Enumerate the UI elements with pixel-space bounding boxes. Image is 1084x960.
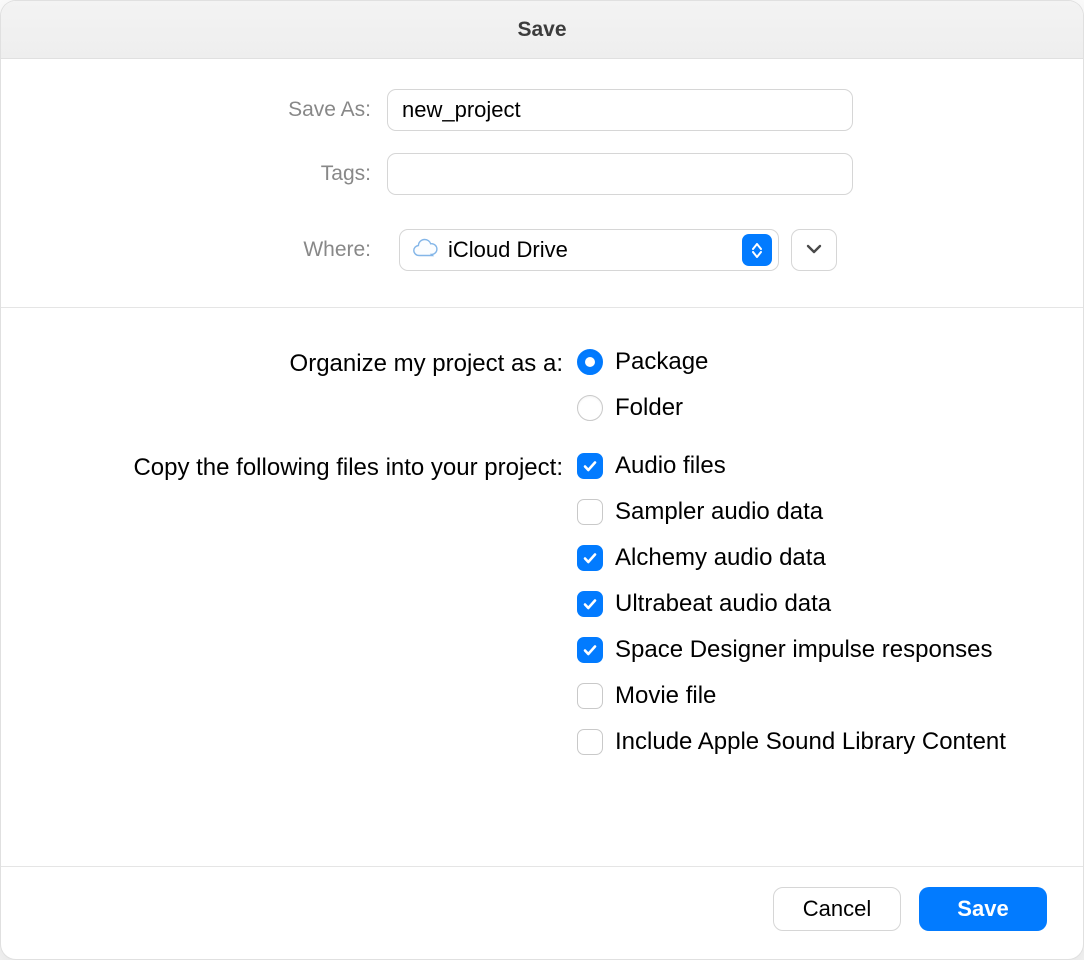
organize-option-label: Package	[615, 348, 708, 376]
checkbox-icon	[577, 729, 603, 755]
copy-option-label: Sampler audio data	[615, 498, 823, 526]
organize-option-label: Folder	[615, 394, 683, 422]
save-button[interactable]: Save	[919, 887, 1047, 931]
organize-option-folder[interactable]: Folder	[577, 394, 708, 422]
checkbox-icon	[577, 499, 603, 525]
copy-files-options: Audio files Sampler audio data Alchemy a…	[577, 452, 1006, 756]
tags-input[interactable]	[387, 153, 853, 195]
radio-icon	[577, 395, 603, 421]
tags-label: Tags:	[37, 162, 387, 186]
copy-files-row: Copy the following files into your proje…	[37, 452, 1047, 756]
copy-option-space-designer-ir[interactable]: Space Designer impulse responses	[577, 636, 1006, 664]
copy-option-apple-sound-library[interactable]: Include Apple Sound Library Content	[577, 728, 1006, 756]
copy-option-label: Movie file	[615, 682, 716, 710]
organize-option-package[interactable]: Package	[577, 348, 708, 376]
button-label: Save	[957, 896, 1008, 922]
cloud-icon	[412, 237, 448, 263]
save-dialog: Save Save As: Tags: Where: iCloud Drive	[0, 0, 1084, 960]
copy-option-ultrabeat-audio-data[interactable]: Ultrabeat audio data	[577, 590, 1006, 618]
copy-option-audio-files[interactable]: Audio files	[577, 452, 1006, 480]
copy-option-label: Audio files	[615, 452, 726, 480]
cancel-button[interactable]: Cancel	[773, 887, 901, 931]
updown-chevrons-icon	[742, 234, 772, 266]
organize-row: Organize my project as a: Package Folder	[37, 348, 1047, 422]
checkbox-icon	[577, 683, 603, 709]
where-row: Where: iCloud Drive	[37, 229, 1047, 271]
where-value: iCloud Drive	[448, 237, 568, 263]
save-as-input[interactable]	[387, 89, 853, 131]
checkbox-icon	[577, 545, 603, 571]
copy-option-label: Ultrabeat audio data	[615, 590, 831, 618]
copy-option-label: Alchemy audio data	[615, 544, 826, 572]
copy-option-alchemy-audio-data[interactable]: Alchemy audio data	[577, 544, 1006, 572]
organize-options: Package Folder	[577, 348, 708, 422]
titlebar: Save	[1, 1, 1083, 59]
where-popup[interactable]: iCloud Drive	[399, 229, 779, 271]
dialog-footer: Cancel Save	[1, 867, 1083, 959]
radio-icon	[577, 349, 603, 375]
button-label: Cancel	[803, 896, 871, 922]
copy-files-label: Copy the following files into your proje…	[37, 452, 577, 484]
chevron-down-icon	[806, 241, 822, 259]
copy-option-sampler-audio-data[interactable]: Sampler audio data	[577, 498, 1006, 526]
file-info-section: Save As: Tags: Where: iCloud Drive	[1, 59, 1083, 308]
save-as-label: Save As:	[37, 98, 387, 122]
copy-option-label: Include Apple Sound Library Content	[615, 728, 1006, 756]
dialog-title: Save	[517, 18, 566, 42]
checkbox-icon	[577, 453, 603, 479]
copy-option-movie-file[interactable]: Movie file	[577, 682, 1006, 710]
organize-label: Organize my project as a:	[37, 348, 577, 380]
checkbox-icon	[577, 591, 603, 617]
tags-row: Tags:	[37, 153, 1047, 195]
save-as-row: Save As:	[37, 89, 1047, 131]
where-label: Where:	[37, 238, 387, 262]
project-options-section: Organize my project as a: Package Folder…	[1, 308, 1083, 867]
checkbox-icon	[577, 637, 603, 663]
expand-browser-button[interactable]	[791, 229, 837, 271]
copy-option-label: Space Designer impulse responses	[615, 636, 993, 664]
